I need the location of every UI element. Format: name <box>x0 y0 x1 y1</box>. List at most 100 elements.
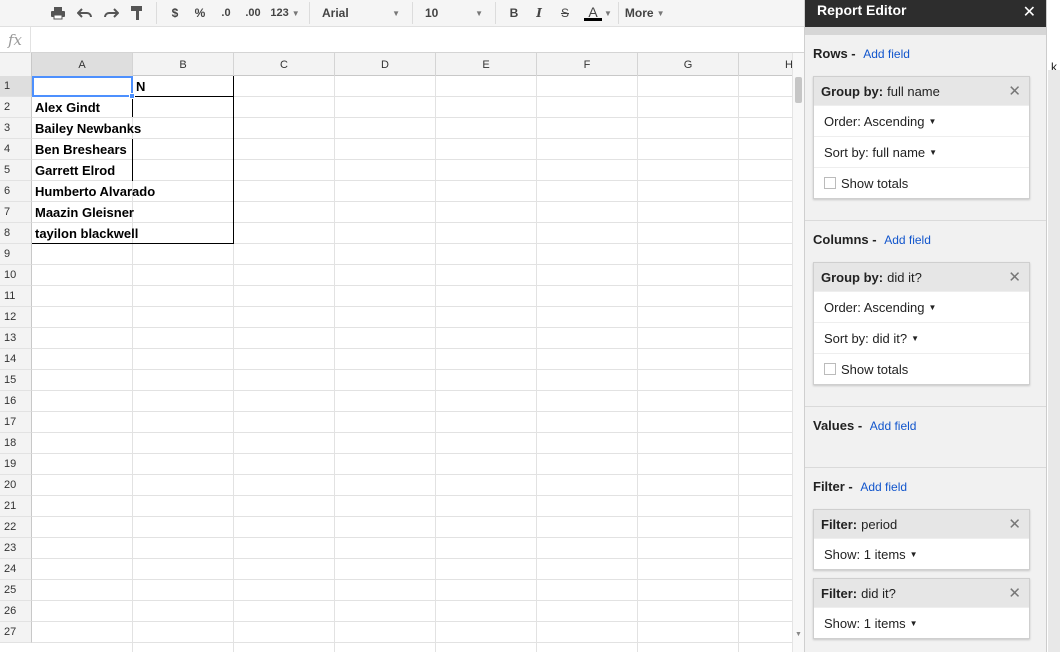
row-header-9[interactable]: 9 <box>0 244 32 265</box>
font-family-select[interactable]: Arial ▼ <box>316 2 406 24</box>
undo-icon[interactable] <box>72 2 98 24</box>
row-header-26[interactable]: 26 <box>0 601 32 622</box>
cell-a4[interactable]: Ben Breshears <box>32 139 182 160</box>
column-header-f[interactable]: F <box>537 53 638 76</box>
bold-button[interactable]: B <box>502 2 526 24</box>
edge-scrollbar[interactable] <box>1048 70 1060 652</box>
values-add-field-link[interactable]: Add field <box>870 419 917 433</box>
rows-add-field-link[interactable]: Add field <box>863 47 910 61</box>
columns-add-field-link[interactable]: Add field <box>884 233 931 247</box>
columns-show-totals[interactable]: Show totals <box>814 353 1029 384</box>
formula-input[interactable] <box>37 28 804 51</box>
rows-show-totals[interactable]: Show totals <box>814 167 1029 198</box>
filter-show-dropdown-1[interactable]: Show: 1 items ▼ <box>814 538 1029 569</box>
remove-icon[interactable]: ✕ <box>1008 515 1021 533</box>
row-gridline <box>32 264 792 265</box>
row-header-17[interactable]: 17 <box>0 412 32 433</box>
remove-icon[interactable]: ✕ <box>1008 268 1021 286</box>
cell-a6[interactable]: Humberto Alvarado <box>32 181 192 202</box>
cell-a3[interactable]: Bailey Newbanks <box>32 118 182 139</box>
row-header-4[interactable]: 4 <box>0 139 32 160</box>
scrollbar-thumb[interactable] <box>795 77 802 103</box>
fill-handle[interactable] <box>129 93 135 99</box>
cell-area[interactable]: N Alex Gindt Bailey Newbanks Ben Breshea… <box>32 76 792 652</box>
column-header-a[interactable]: A <box>32 53 133 76</box>
row-header-18[interactable]: 18 <box>0 433 32 454</box>
cell-a8[interactable]: tayilon blackwell <box>32 223 182 244</box>
row-header-16[interactable]: 16 <box>0 391 32 412</box>
filter-title: Filter <box>813 479 845 494</box>
text-color-label: A <box>588 3 598 20</box>
row-header-2[interactable]: 2 <box>0 97 32 118</box>
formula-bar: fx <box>0 26 804 53</box>
row-header-1[interactable]: 1 <box>0 76 32 97</box>
row-header-8[interactable]: 8 <box>0 223 32 244</box>
italic-button[interactable]: I <box>526 2 552 24</box>
currency-format-button[interactable]: $ <box>163 2 187 24</box>
row-header-11[interactable]: 11 <box>0 286 32 307</box>
fx-icon: fx <box>0 26 31 53</box>
number-format-button[interactable]: 123 ▼ <box>267 2 303 24</box>
cell-a7[interactable]: Maazin Gleisner <box>32 202 182 223</box>
cell-a2[interactable]: Alex Gindt <box>32 97 182 118</box>
more-menu-button[interactable]: More ▼ <box>625 2 675 24</box>
columns-title: Columns <box>813 232 869 247</box>
checkbox[interactable] <box>824 363 836 375</box>
row-header-25[interactable]: 25 <box>0 580 32 601</box>
filter-show-dropdown-2[interactable]: Show: 1 items ▼ <box>814 607 1029 638</box>
column-headers: A B C D E F G H <box>0 53 792 76</box>
row-header-24[interactable]: 24 <box>0 559 32 580</box>
filter-value: period <box>861 516 898 532</box>
row-header-20[interactable]: 20 <box>0 475 32 496</box>
row-gridline <box>32 411 792 412</box>
rows-sort-dropdown[interactable]: Sort by: full name ▼ <box>814 136 1029 167</box>
filter-add-field-link[interactable]: Add field <box>860 480 907 494</box>
select-all-corner[interactable] <box>0 53 32 76</box>
vertical-scrollbar[interactable]: ▼ <box>792 53 804 652</box>
row-header-19[interactable]: 19 <box>0 454 32 475</box>
remove-icon[interactable]: ✕ <box>1008 82 1021 100</box>
rows-order-dropdown[interactable]: Order: Ascending ▼ <box>814 105 1029 136</box>
filter-header-1: Filter: period ✕ <box>814 510 1029 538</box>
row-header-12[interactable]: 12 <box>0 307 32 328</box>
column-header-g[interactable]: G <box>638 53 739 76</box>
row-header-14[interactable]: 14 <box>0 349 32 370</box>
column-header-b[interactable]: B <box>133 53 234 76</box>
row-header-13[interactable]: 13 <box>0 328 32 349</box>
font-size-select[interactable]: 10 ▼ <box>419 2 489 24</box>
decrease-decimal-button[interactable]: .0 <box>213 2 239 24</box>
cell-b1[interactable]: N <box>133 76 234 97</box>
increase-decimal-button[interactable]: .00 <box>239 2 267 24</box>
toolbar-divider <box>495 2 496 24</box>
row-header-10[interactable]: 10 <box>0 265 32 286</box>
scroll-down-arrow-icon[interactable]: ▼ <box>795 631 802 638</box>
chevron-down-icon[interactable]: ▼ <box>604 9 612 18</box>
row-header-22[interactable]: 22 <box>0 517 32 538</box>
row-header-21[interactable]: 21 <box>0 496 32 517</box>
print-icon[interactable] <box>44 2 72 24</box>
report-editor-panel: Report Editor ✕ Rows - Add field Group b… <box>804 0 1046 652</box>
row-header-15[interactable]: 15 <box>0 370 32 391</box>
cell-a5[interactable]: Garrett Elrod <box>32 160 182 181</box>
remove-icon[interactable]: ✕ <box>1008 584 1021 602</box>
values-section: Values - Add field <box>805 418 1046 433</box>
strikethrough-button[interactable]: S <box>552 2 578 24</box>
column-header-d[interactable]: D <box>335 53 436 76</box>
columns-sort-dropdown[interactable]: Sort by: did it? ▼ <box>814 322 1029 353</box>
redo-icon[interactable] <box>98 2 124 24</box>
row-header-5[interactable]: 5 <box>0 160 32 181</box>
row-header-3[interactable]: 3 <box>0 118 32 139</box>
paint-format-icon[interactable] <box>124 2 150 24</box>
row-header-23[interactable]: 23 <box>0 538 32 559</box>
column-header-h[interactable]: H <box>739 53 792 76</box>
row-header-27[interactable]: 27 <box>0 622 32 643</box>
column-header-e[interactable]: E <box>436 53 537 76</box>
percent-format-button[interactable]: % <box>187 2 213 24</box>
columns-order-dropdown[interactable]: Order: Ascending ▼ <box>814 291 1029 322</box>
column-header-c[interactable]: C <box>234 53 335 76</box>
row-header-6[interactable]: 6 <box>0 181 32 202</box>
row-header-7[interactable]: 7 <box>0 202 32 223</box>
chevron-down-icon: ▼ <box>392 8 400 18</box>
checkbox[interactable] <box>824 177 836 189</box>
close-icon[interactable]: ✕ <box>1023 2 1036 22</box>
